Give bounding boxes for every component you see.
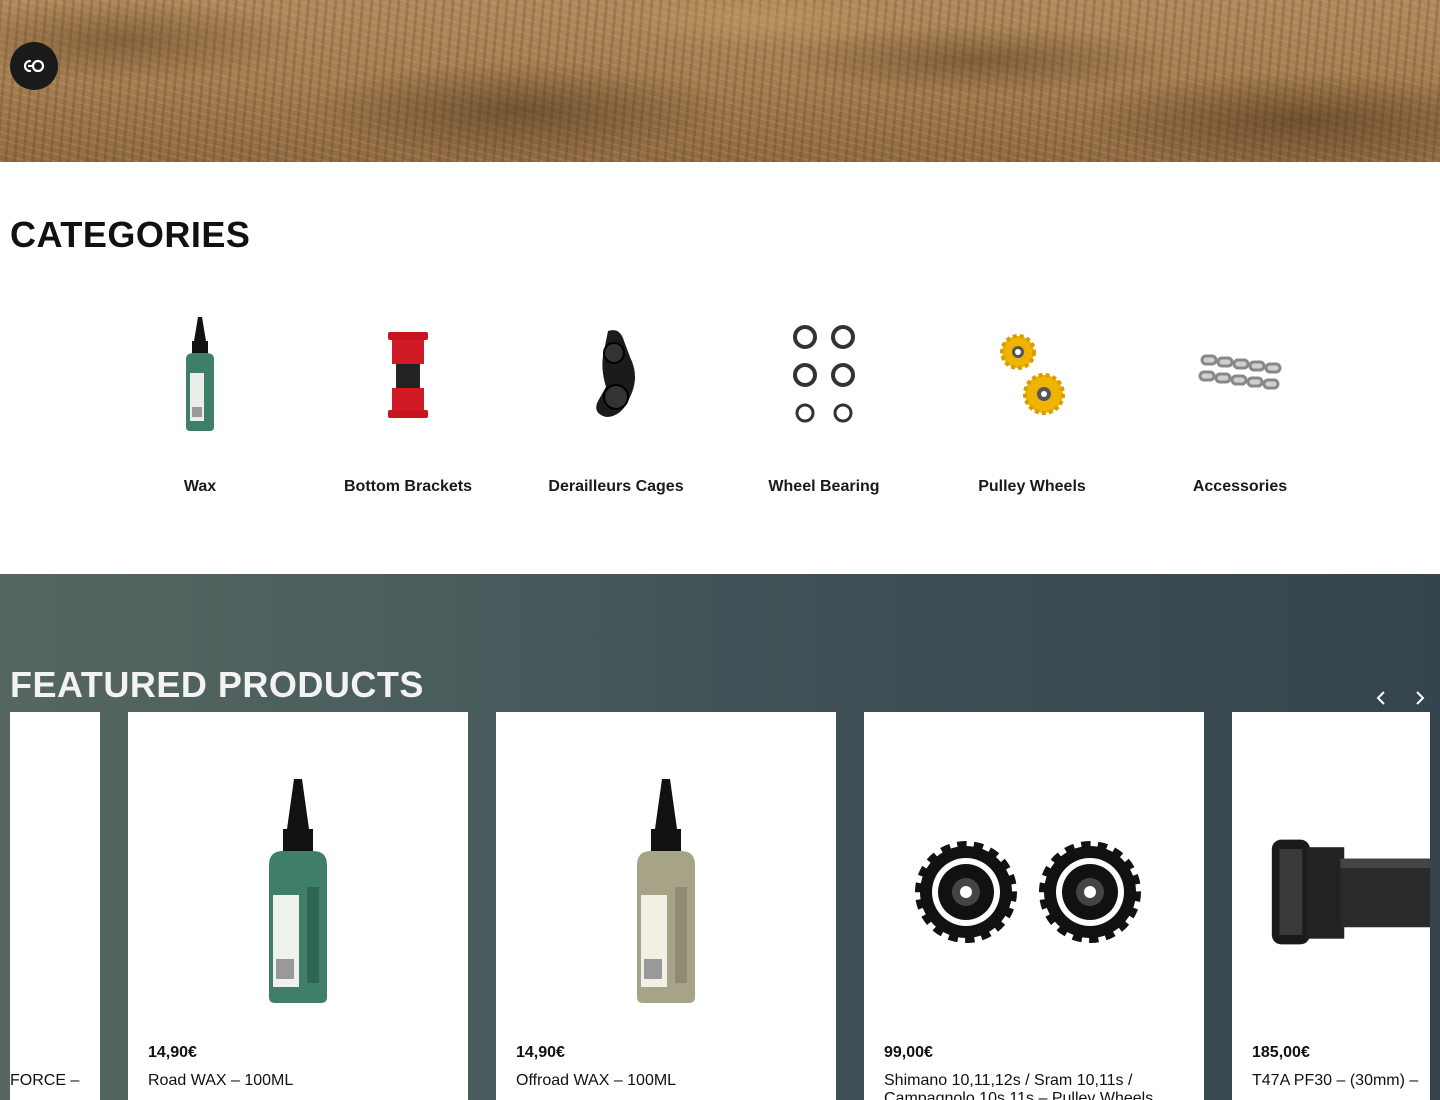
carousel-next-button[interactable] [1408,686,1432,710]
product-card[interactable]: 14,90€ Offroad WAX – 100ML [496,712,836,1100]
hero-banner-image [0,0,1440,162]
product-name[interactable]: Road WAX – 100ML [148,1072,293,1090]
categories-list: Wax Bottom Brackets Derailleurs Cages Wh… [96,300,1344,510]
category-label: Wax [183,478,217,495]
circle-link-logo-icon [23,59,45,73]
product-price: 14,90€ [516,1044,565,1061]
product-name[interactable]: T47A PF30 – (30mm) – [1252,1072,1418,1090]
category-label: Bottom Brackets [343,478,473,495]
product-name[interactable]: Shimano 10,11,12s / Sram 10,11s / Campag… [884,1072,1184,1100]
chevron-right-icon [1416,691,1425,705]
product-price: 14,90€ [148,1044,197,1061]
product-card[interactable]: 99,00€ Shimano 10,11,12s / Sram 10,11s /… [864,712,1204,1100]
bottom-bracket-icon [348,310,468,440]
category-label: Pulley Wheels [978,478,1086,495]
category-derailleurs-cages[interactable]: Derailleurs Cages [512,300,720,510]
category-bottom-brackets[interactable]: Bottom Brackets [304,300,512,510]
product-name[interactable]: Offroad WAX – 100ML [516,1072,676,1090]
product-image[interactable] [1232,752,1430,1032]
site-logo-button[interactable] [10,42,58,90]
product-image[interactable] [496,752,836,1032]
featured-heading: FEATURED PRODUCTS [10,664,424,705]
chevron-left-icon [1376,691,1385,705]
pulley-wheels-icon [972,310,1092,440]
product-image[interactable] [128,752,468,1032]
product-image[interactable] [864,752,1204,1032]
category-wax[interactable]: Wax [96,300,304,510]
category-label: Accessories [1192,478,1288,495]
chain-icon [1180,310,1300,440]
product-card[interactable]: FORCE – [10,712,100,1100]
featured-products-section: FEATURED PRODUCTS FORCE – 14,90€ Road WA… [0,574,1440,1100]
derailleur-cage-icon [556,310,676,440]
category-label: Derailleurs Cages [548,478,684,495]
bearing-rings-icon [764,310,884,440]
product-price: 185,00€ [1252,1044,1310,1061]
category-accessories[interactable]: Accessories [1136,300,1344,510]
carousel-prev-button[interactable] [1369,686,1393,710]
product-price: 99,00€ [884,1044,933,1061]
product-card[interactable]: 14,90€ Road WAX – 100ML [128,712,468,1100]
product-card[interactable]: 185,00€ T47A PF30 – (30mm) – [1232,712,1430,1100]
category-label: Wheel Bearing [768,478,880,495]
category-pulley-wheels[interactable]: Pulley Wheels [928,300,1136,510]
wax-bottle-icon [140,310,260,440]
categories-heading: CATEGORIES [10,214,251,255]
category-wheel-bearing[interactable]: Wheel Bearing [720,300,928,510]
product-name[interactable]: FORCE – [10,1072,79,1090]
